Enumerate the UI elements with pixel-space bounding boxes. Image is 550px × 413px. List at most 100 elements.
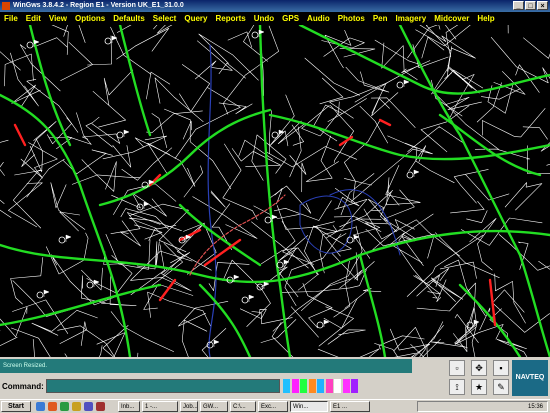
taskbar-button[interactable]: GW... xyxy=(200,401,228,412)
folder-icon[interactable] xyxy=(72,402,81,411)
map-canvas[interactable] xyxy=(0,0,550,403)
minor-road xyxy=(407,0,446,59)
poi-marker[interactable] xyxy=(466,321,474,329)
restore-icon[interactable]: ▫ xyxy=(449,360,465,376)
taskbar-button[interactable]: E1 ... xyxy=(330,401,370,412)
pointer-icon[interactable]: ⟟ xyxy=(449,379,465,395)
minor-road xyxy=(289,155,307,193)
color-swatch[interactable] xyxy=(308,379,316,393)
minor-road xyxy=(371,92,399,117)
minor-road xyxy=(450,201,485,214)
app-launch-icon[interactable] xyxy=(84,402,93,411)
poi-marker[interactable] xyxy=(58,236,66,244)
color-swatch[interactable] xyxy=(291,379,299,393)
menu-pen[interactable]: Pen xyxy=(369,12,392,25)
minor-road xyxy=(210,190,226,208)
poi-marker[interactable] xyxy=(271,131,279,139)
poi-marker[interactable] xyxy=(256,283,264,291)
menu-query[interactable]: Query xyxy=(180,12,211,25)
menu-bar: File Edit View Options Defaults Select Query Re… xyxy=(0,12,550,25)
minor-road xyxy=(396,245,438,299)
color-swatch[interactable] xyxy=(300,379,307,393)
map-view[interactable] xyxy=(0,0,550,403)
poi-marker[interactable] xyxy=(36,291,44,299)
menu-gps[interactable]: GPS xyxy=(278,12,303,25)
menu-file[interactable]: File xyxy=(0,12,22,25)
minor-road xyxy=(437,95,499,150)
maximize-button[interactable]: □ xyxy=(525,1,536,10)
minimize-button[interactable]: _ xyxy=(513,1,524,10)
minor-road xyxy=(344,288,382,309)
taskbar-button[interactable]: Inb... xyxy=(118,401,140,412)
app-launch-icon[interactable] xyxy=(96,402,105,411)
poi-marker[interactable] xyxy=(86,281,94,289)
start-button[interactable]: Start xyxy=(1,401,31,412)
minor-road xyxy=(76,0,87,43)
desktop-icon[interactable] xyxy=(36,402,45,411)
taskbar-button[interactable]: C:\... xyxy=(230,401,256,412)
minor-road xyxy=(523,37,550,59)
flag-icon xyxy=(403,79,410,87)
menu-photos[interactable]: Photos xyxy=(334,12,369,25)
minor-road xyxy=(87,35,112,66)
poi-marker[interactable] xyxy=(251,31,259,39)
menu-audio[interactable]: Audio xyxy=(303,12,334,25)
star-icon[interactable]: ★ xyxy=(471,379,487,395)
menu-reports[interactable]: Reports xyxy=(211,12,249,25)
color-swatch[interactable] xyxy=(351,379,358,393)
color-swatch[interactable] xyxy=(325,379,333,393)
poi-marker[interactable] xyxy=(116,131,124,139)
highlighted-road xyxy=(13,123,27,147)
command-input[interactable] xyxy=(46,379,280,393)
poi-marker[interactable] xyxy=(396,81,404,89)
minor-road xyxy=(305,135,339,182)
minor-road xyxy=(431,79,463,117)
minor-road xyxy=(178,301,229,327)
pan-icon[interactable]: ✥ xyxy=(471,360,487,376)
menu-view[interactable]: View xyxy=(45,12,71,25)
color-swatch[interactable] xyxy=(283,379,290,393)
minor-road xyxy=(327,329,366,345)
menu-help[interactable]: Help xyxy=(473,12,498,25)
window-title: WinGws 3.8.4.2 - Region E1 - Version UK_… xyxy=(13,2,184,9)
browser-icon[interactable] xyxy=(48,402,57,411)
status-message: Screen Resized. xyxy=(0,359,412,373)
minor-road xyxy=(345,66,390,93)
poi-marker[interactable] xyxy=(241,296,249,304)
minor-road xyxy=(92,91,126,128)
taskbar-button[interactable]: Win... xyxy=(290,401,328,412)
poi-marker[interactable] xyxy=(264,216,272,224)
flag-icon xyxy=(413,169,420,177)
outlook-icon[interactable] xyxy=(60,402,69,411)
minor-road xyxy=(327,98,367,122)
poi-marker[interactable] xyxy=(406,171,414,179)
menu-undo[interactable]: Undo xyxy=(250,12,278,25)
menu-midcover[interactable]: Midcover xyxy=(430,12,473,25)
color-swatch[interactable] xyxy=(342,379,350,393)
menu-select[interactable]: Select xyxy=(149,12,181,25)
taskbar-button[interactable]: 1 -... xyxy=(142,401,178,412)
menu-options[interactable]: Options xyxy=(71,12,109,25)
taskbar-button[interactable]: Exc... xyxy=(258,401,288,412)
minor-road xyxy=(110,311,174,352)
command-label: Command: xyxy=(2,382,44,391)
minor-road xyxy=(251,221,309,269)
menu-edit[interactable]: Edit xyxy=(22,12,45,25)
color-swatch[interactable] xyxy=(317,379,324,393)
close-button[interactable]: × xyxy=(537,1,548,10)
pen-icon[interactable]: ✎ xyxy=(493,379,509,395)
poi-marker[interactable] xyxy=(316,321,324,329)
flag-icon xyxy=(43,289,50,297)
minor-road xyxy=(297,221,335,291)
minor-road xyxy=(522,126,548,140)
poi-marker[interactable] xyxy=(26,41,34,49)
menu-defaults[interactable]: Defaults xyxy=(109,12,149,25)
taskbar-button[interactable]: Job... xyxy=(180,401,198,412)
minor-road xyxy=(301,101,340,137)
menu-imagery[interactable]: Imagery xyxy=(392,12,431,25)
poi-marker[interactable] xyxy=(104,37,112,45)
navteq-logo: NAVTEQ xyxy=(512,360,548,396)
minor-road xyxy=(340,173,375,216)
color-swatch[interactable] xyxy=(334,379,341,393)
save-icon[interactable]: ▪ xyxy=(493,360,509,376)
